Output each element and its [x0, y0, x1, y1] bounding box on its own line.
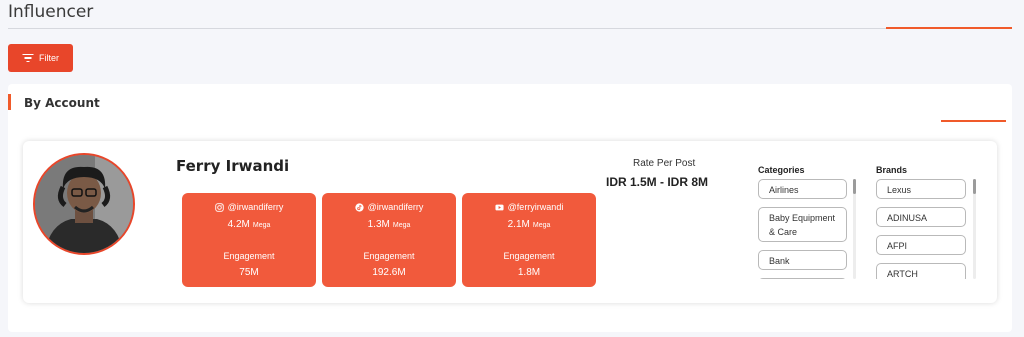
brand-chip[interactable]: Lexus	[876, 179, 966, 199]
youtube-handle-row: @ferryirwandi	[462, 202, 596, 212]
instagram-handle: @irwandiferry	[227, 202, 284, 212]
brand-chip[interactable]: ARTCH	[876, 263, 966, 279]
category-chip[interactable]: Bank	[758, 250, 847, 270]
filter-icon	[22, 54, 33, 62]
panel-accent-bar	[8, 94, 11, 110]
category-chip[interactable]: Airlines	[758, 179, 847, 199]
stat-box-youtube: @ferryirwandi 2.1M Mega Engagement 1.8M	[462, 193, 596, 287]
followers-count: 4.2M	[227, 219, 250, 230]
tier-label: Mega	[392, 222, 411, 229]
categories-scrollbar[interactable]	[853, 179, 856, 279]
brand-chip[interactable]: ADINUSA	[876, 207, 966, 227]
instagram-followers: 4.2M Mega	[182, 219, 316, 230]
followers-count: 2.1M	[507, 219, 530, 230]
title-accent-line	[886, 27, 1012, 29]
youtube-handle: @ferryirwandi	[507, 202, 564, 212]
filter-button[interactable]: Filter	[8, 44, 73, 72]
instagram-handle-row: @irwandiferry	[182, 202, 316, 212]
rate-per-post-value: IDR 1.5M - IDR 8M	[606, 175, 709, 189]
scrollbar-thumb[interactable]	[973, 179, 976, 194]
youtube-followers: 2.1M Mega	[462, 219, 596, 230]
engagement-value: 1.8M	[517, 267, 541, 278]
instagram-icon	[214, 202, 224, 212]
categories-title: Categories	[758, 165, 805, 175]
tiktok-handle-row: @irwandiferry	[322, 202, 456, 212]
brands-title: Brands	[876, 165, 908, 175]
categories-list[interactable]: Airlines Baby Equipment & Care Bank	[758, 179, 847, 279]
influencer-name: Ferry Irwandi	[176, 157, 290, 175]
page-title: Influencer	[8, 2, 94, 22]
engagement-label: Engagement	[503, 251, 555, 261]
engagement-label: Engagement	[363, 251, 415, 261]
tier-label: Mega	[532, 222, 551, 229]
tiktok-handle: @irwandiferry	[367, 202, 424, 212]
scrollbar-thumb[interactable]	[853, 179, 856, 194]
youtube-icon	[495, 204, 504, 210]
category-chip[interactable]	[758, 278, 847, 279]
brands-scrollbar[interactable]	[973, 179, 976, 279]
filter-button-label: Filter	[39, 53, 59, 63]
tiktok-icon	[355, 202, 364, 212]
engagement-value: 192.6M	[372, 267, 406, 278]
stat-box-instagram: @irwandiferry 4.2M Mega Engagement 75M	[182, 193, 316, 287]
panel-accent-line	[941, 120, 1006, 122]
panel-title: By Account	[24, 96, 100, 110]
tiktok-followers: 1.3M Mega	[322, 219, 456, 230]
brands-list[interactable]: Lexus ADINUSA AFPI ARTCH	[876, 179, 966, 279]
tier-label: Mega	[252, 222, 271, 229]
brand-chip[interactable]: AFPI	[876, 235, 966, 255]
avatar	[33, 153, 135, 255]
by-account-panel: By Account Ferry Irwandi @irwandiferry 4…	[8, 84, 1012, 332]
category-chip[interactable]: Baby Equipment & Care	[758, 207, 847, 242]
stat-box-tiktok: @irwandiferry 1.3M Mega Engagement 192.6M	[322, 193, 456, 287]
engagement-label: Engagement	[223, 251, 275, 261]
rate-per-post-label: Rate Per Post	[633, 158, 696, 169]
influencer-card[interactable]: Ferry Irwandi @irwandiferry 4.2M Mega Eng…	[23, 141, 997, 303]
title-divider	[8, 28, 1012, 29]
followers-count: 1.3M	[367, 219, 390, 230]
engagement-value: 75M	[239, 267, 259, 278]
